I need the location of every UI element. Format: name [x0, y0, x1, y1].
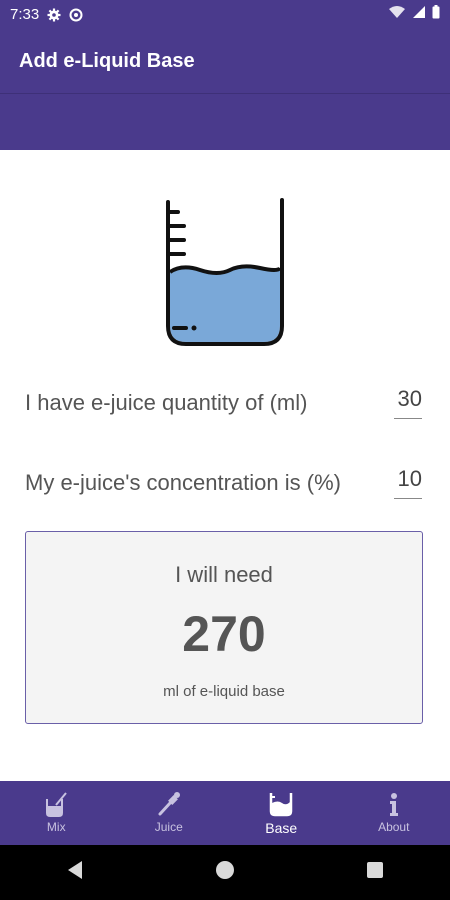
nav-label-about: About [378, 820, 410, 834]
beaker-nav-icon [268, 790, 294, 818]
nav-item-about[interactable]: About [338, 781, 450, 845]
concentration-label: My e-juice's concentration is (%) [25, 469, 341, 495]
recents-icon[interactable] [366, 861, 384, 884]
app-bar-extension [0, 94, 450, 150]
result-card: I will need 270 ml of e-liquid base [25, 531, 423, 724]
nav-label-base: Base [265, 820, 298, 836]
app-bar: Add e-Liquid Base [0, 29, 450, 93]
quantity-input[interactable]: 30 [394, 386, 422, 419]
data-saver-icon [69, 8, 83, 22]
result-intro: I will need [175, 562, 273, 587]
wifi-icon [388, 5, 406, 24]
beaker-icon [160, 196, 290, 348]
system-nav-bar [0, 845, 450, 900]
settings-gear-icon [47, 8, 61, 22]
battery-icon [432, 5, 440, 24]
bottom-nav: Mix Juice Base About [0, 781, 450, 845]
result-amount: 270 [182, 606, 266, 662]
quantity-label: I have e-juice quantity of (ml) [25, 389, 308, 415]
nav-item-juice[interactable]: Juice [113, 781, 226, 845]
concentration-row: My e-juice's concentration is (%) 10 [25, 466, 422, 499]
quantity-row: I have e-juice quantity of (ml) 30 [25, 386, 422, 419]
info-icon [387, 790, 401, 818]
result-unit: ml of e-liquid base [163, 683, 285, 700]
status-icons [388, 5, 440, 24]
back-icon[interactable] [66, 860, 84, 885]
nav-label-mix: Mix [46, 820, 66, 834]
concentration-input[interactable]: 10 [394, 466, 422, 499]
status-bar: 7:33 [0, 0, 450, 29]
mix-icon [44, 790, 68, 818]
dropper-icon [157, 790, 181, 818]
status-time: 7:33 [10, 6, 40, 23]
home-icon[interactable] [215, 860, 235, 885]
page-title: Add e-Liquid Base [19, 49, 195, 72]
nav-label-juice: Juice [154, 820, 183, 834]
nav-item-mix[interactable]: Mix [0, 781, 113, 845]
signal-icon [412, 5, 426, 24]
nav-item-base[interactable]: Base [225, 781, 338, 845]
